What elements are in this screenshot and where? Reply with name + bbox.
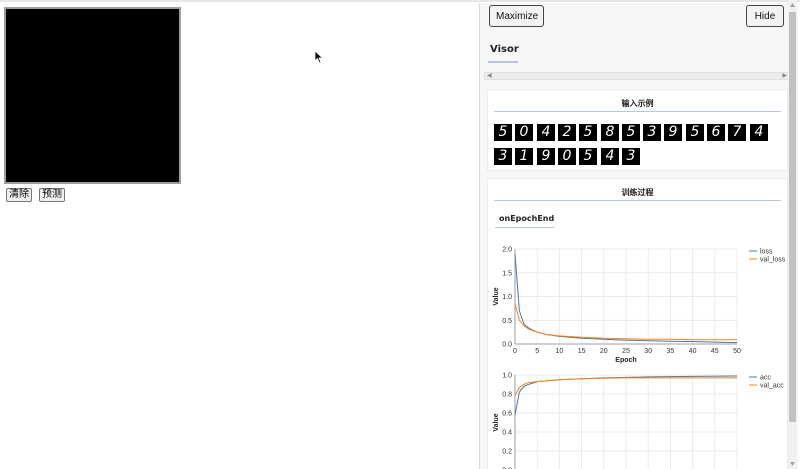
x-tick-label: 10 bbox=[556, 348, 564, 355]
y-tick-label: 0.5 bbox=[502, 318, 512, 325]
horizontal-scrollbar[interactable]: ◀ ▶ bbox=[484, 72, 790, 80]
scrollbar-thumb[interactable] bbox=[789, 12, 796, 422]
example-digit: 5 bbox=[686, 124, 704, 141]
scroll-right-icon[interactable]: ▶ bbox=[782, 72, 787, 80]
example-digit: 7 bbox=[728, 124, 746, 141]
example-digit: 5 bbox=[622, 124, 640, 141]
predict-button[interactable]: 预测 bbox=[39, 188, 65, 202]
example-digit: 1 bbox=[515, 148, 533, 165]
example-digit: 5 bbox=[494, 124, 512, 141]
y-tick-label: 1.5 bbox=[502, 270, 512, 277]
top-border bbox=[0, 0, 800, 2]
x-tick-label: 25 bbox=[622, 348, 630, 355]
accuracy-chart: 0.00.20.40.60.81.0Valueaccval_acc bbox=[493, 373, 784, 469]
scroll-left-icon[interactable]: ◀ bbox=[487, 72, 492, 80]
example-digit: 3 bbox=[622, 148, 640, 165]
y-tick-label: 0.6 bbox=[502, 411, 512, 418]
maximize-button[interactable]: Maximize bbox=[489, 5, 544, 27]
example-digit: 0 bbox=[515, 124, 533, 141]
example-digit: 3 bbox=[643, 124, 661, 141]
loss-chart: 0.0 0.5 1.0 1.5 2.0 0 5 10 15 20 25 30 35 40 45 50 Epoch… bbox=[493, 247, 786, 365]
y-tick-label: 0.0 bbox=[502, 342, 512, 349]
examples-card: 输入示例 50425853956743190543 bbox=[487, 89, 788, 171]
y-axis-label: Value bbox=[493, 287, 500, 305]
drawing-canvas[interactable] bbox=[4, 7, 181, 184]
title-divider bbox=[494, 111, 781, 112]
y-tick-label: 1.0 bbox=[502, 373, 512, 380]
tab-onepochend[interactable]: onEpochEnd bbox=[495, 214, 555, 228]
legend-label: acc bbox=[760, 375, 771, 382]
x-axis-label: Epoch bbox=[615, 357, 636, 364]
y-tick-label: 0.2 bbox=[502, 449, 512, 456]
example-digit: 4 bbox=[537, 124, 555, 141]
clear-button[interactable]: 清除 bbox=[6, 188, 32, 202]
x-tick-label: 20 bbox=[600, 348, 608, 355]
tab-visor[interactable]: Visor bbox=[488, 44, 519, 63]
x-tick-label: 50 bbox=[733, 348, 741, 355]
x-tick-label: 0 bbox=[513, 348, 517, 355]
example-digit: 3 bbox=[494, 148, 512, 165]
legend-label: loss bbox=[760, 249, 773, 256]
example-digit: 2 bbox=[558, 124, 576, 141]
example-digit: 5 bbox=[579, 124, 597, 141]
x-tick-label: 35 bbox=[667, 348, 675, 355]
legend-label: val_acc bbox=[760, 383, 784, 390]
example-digit: 5 bbox=[579, 148, 597, 165]
example-digit: 6 bbox=[707, 124, 725, 141]
training-card: 训练过程 onEpochEnd 0.0 0.5 1.0 1.5 2.0 0 5 10 15 20 2… bbox=[487, 178, 788, 469]
legend-label: val_loss bbox=[760, 257, 786, 264]
x-tick-label: 45 bbox=[711, 348, 719, 355]
example-digit: 4 bbox=[750, 124, 768, 141]
mouse-cursor-icon bbox=[314, 50, 324, 64]
example-digit: 8 bbox=[601, 124, 619, 141]
training-card-title: 训练过程 bbox=[621, 188, 654, 197]
example-digit: 0 bbox=[558, 148, 576, 165]
hide-button[interactable]: Hide bbox=[746, 5, 784, 27]
vertical-scrollbar[interactable] bbox=[788, 0, 797, 469]
y-axis-label: Value bbox=[493, 413, 500, 431]
y-tick-label: 2.0 bbox=[502, 247, 512, 254]
example-digit: 4 bbox=[601, 148, 619, 165]
examples-card-title: 输入示例 bbox=[621, 99, 654, 108]
example-digit: 9 bbox=[537, 148, 555, 165]
x-tick-label: 5 bbox=[535, 348, 539, 355]
x-tick-label: 15 bbox=[578, 348, 586, 355]
visor-panel: Maximize Hide Visor ◀ ▶ 输入示例 50425853956… bbox=[479, 3, 798, 469]
example-digit: 9 bbox=[664, 124, 682, 141]
y-tick-label: 1.0 bbox=[502, 294, 512, 301]
x-tick-label: 30 bbox=[644, 348, 652, 355]
y-tick-label: 0.8 bbox=[502, 392, 512, 399]
title-divider bbox=[494, 200, 781, 201]
y-tick-label: 0.4 bbox=[502, 430, 512, 437]
x-tick-label: 40 bbox=[689, 348, 697, 355]
